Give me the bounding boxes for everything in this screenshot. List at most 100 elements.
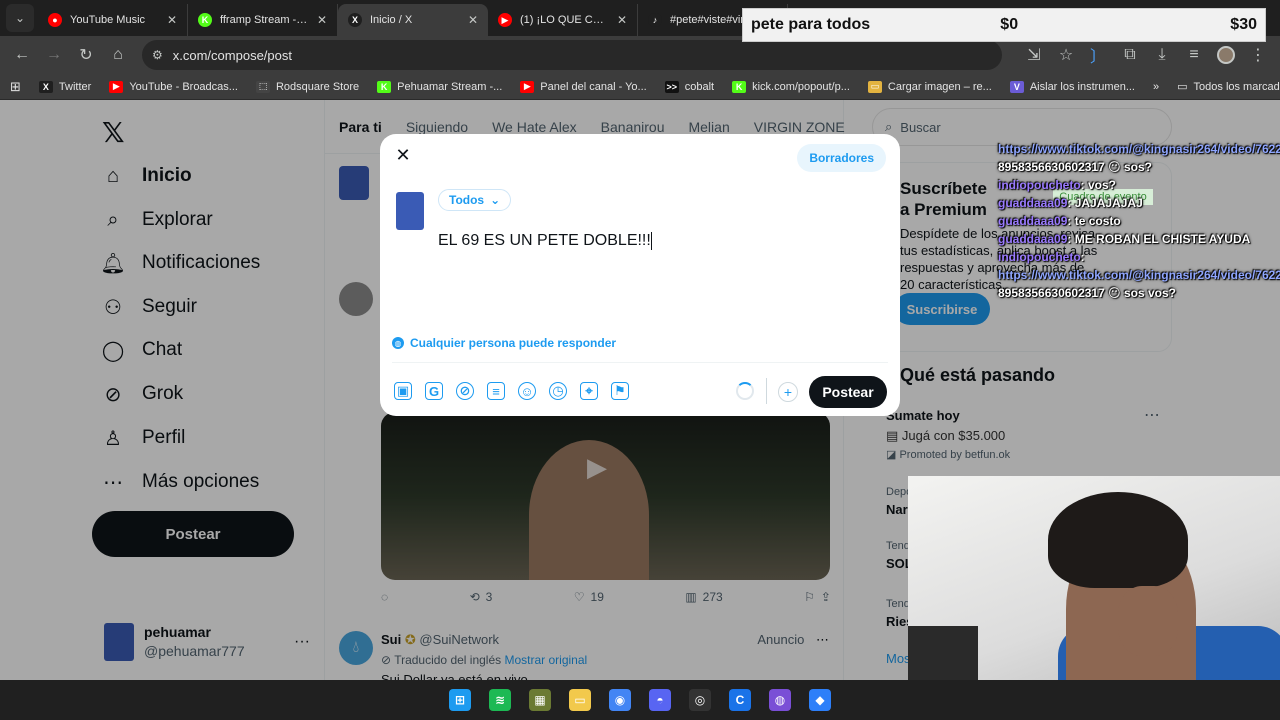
chat-username: guaddaaa09 (998, 214, 1068, 228)
bookmark-favicon-icon: ▭ (867, 80, 882, 93)
close-icon[interactable]: ✕ (317, 13, 327, 27)
chat-text: 8958356630602317 😶 sos vos? (998, 286, 1176, 300)
flag-icon[interactable]: ⚑ (611, 382, 629, 400)
close-icon[interactable]: ✕ (167, 13, 177, 27)
toolbar-right: ⇲ ☆ 〕 ⧉ ⤓ ≡ ⋮ (1020, 41, 1272, 69)
discord-icon[interactable]: ◓ (649, 689, 671, 711)
address-bar[interactable]: ⚙ x.com/compose/post (142, 40, 1002, 70)
chat-message: guaddaaa09: ME ROBAN EL CHISTE AYUDA (998, 230, 1280, 248)
youtube-icon: ▶ (498, 13, 512, 27)
chat-username: guaddaaa09 (998, 232, 1068, 246)
site-info-icon[interactable]: ⚙ (152, 48, 163, 62)
url-text[interactable]: x.com/compose/post (173, 48, 292, 63)
chat-message: indiopoucheto: (998, 248, 1280, 266)
chat-text: https://www.tiktok.com/@kingnasir264/vid… (998, 268, 1280, 282)
profile-avatar[interactable] (1212, 41, 1240, 69)
bookmark-favicon-icon: K (377, 80, 392, 93)
audience-selector[interactable]: Todos ⌄ (438, 189, 512, 211)
extension-audio-icon[interactable]: 〕 (1084, 41, 1112, 69)
close-icon[interactable]: ✕ (617, 13, 627, 27)
folder-icon: ▭ (1177, 81, 1188, 93)
chrome-icon[interactable]: ◉ (609, 689, 631, 711)
extensions-icon[interactable]: ⧉ (1116, 41, 1144, 69)
drafts-button[interactable]: Borradores (797, 144, 886, 172)
browser-tab[interactable]: ▶ (1) ¡LO QUE CREÍAS ✕ (488, 4, 638, 36)
reload-icon[interactable]: ↻ (72, 41, 100, 69)
browser-tab[interactable]: Kfframp Stream - W ✕ (188, 4, 338, 36)
chat-text: : te costo (1067, 214, 1121, 228)
webcam-overlay (908, 476, 1280, 680)
bookmark-favicon-icon: ⬚ (255, 80, 270, 93)
chat-text: https://www.tiktok.com/@kingnasir264/vid… (998, 142, 1280, 156)
goal-target: $30 (1230, 16, 1257, 33)
tiktok-icon: ♪ (648, 13, 662, 27)
browser-tab[interactable]: X Inicio / X ✕ (338, 4, 488, 36)
chrome-menu-icon[interactable]: ⋮ (1244, 41, 1272, 69)
stream-chat-overlay: https://www.tiktok.com/@kingnasir264/vid… (998, 140, 1280, 302)
poll-icon[interactable]: ≡ (487, 382, 505, 400)
bookmark-item[interactable]: Kkick.com/popout/p... (732, 80, 850, 93)
chat-message: 8958356630602317 😶 sos? (998, 158, 1280, 176)
chat-username: guaddaaa09 (998, 196, 1068, 210)
bookmark-label: cobalt (684, 80, 715, 93)
bookmark-label: Cargar imagen – re... (887, 80, 992, 93)
bookmark-item[interactable]: ▭ Cargar imagen – re... (867, 80, 992, 93)
apps-grid-icon[interactable]: ⊞ (10, 79, 21, 95)
bookmark-favicon-icon: X (38, 80, 53, 93)
obs-icon[interactable]: ◎ (689, 689, 711, 711)
close-icon[interactable]: ✕ (392, 144, 414, 166)
chat-text: : ME ROBAN EL CHISTE AYUDA (1067, 232, 1251, 246)
add-post-button[interactable]: + (778, 382, 798, 402)
bookmark-item[interactable]: V Aislar los instrumen... (1009, 80, 1135, 93)
compose-modal: ✕ Borradores Todos ⌄ EL 69 ES UN PETE DO… (380, 134, 900, 416)
game-icon[interactable]: ▦ (529, 689, 551, 711)
bookmark-star-icon[interactable]: ☆ (1052, 41, 1080, 69)
bookmark-label: kick.com/popout/p... (752, 80, 850, 93)
post-button[interactable]: Postear (809, 376, 887, 408)
bookmark-label: Panel del canal - Yo... (540, 80, 647, 93)
bookmark-favicon-icon: >> (664, 80, 679, 93)
cam-chair (908, 626, 978, 680)
schedule-icon[interactable]: ◷ (549, 382, 567, 400)
spotify-icon[interactable]: ≋ (489, 689, 511, 711)
downloads-icon[interactable]: ⤓ (1148, 41, 1176, 69)
compose-text: EL 69 ES UN PETE DOBLE!!! (438, 232, 651, 250)
bookmark-label: Pehuamar Stream -... (397, 80, 503, 93)
bookmark-favicon-icon: K (732, 80, 747, 93)
bookmark-item[interactable]: >> cobalt (664, 80, 715, 93)
all-bookmarks-folder[interactable]: ▭ Todos los marcadores (1177, 80, 1280, 94)
chat-message: 8958356630602317 😶 sos vos? (998, 284, 1280, 302)
close-icon[interactable]: ✕ (468, 13, 478, 27)
bookmarks-overflow-icon[interactable]: » (1153, 81, 1159, 93)
forward-icon[interactable]: → (40, 41, 68, 69)
file-explorer-icon[interactable]: ▭ (569, 689, 591, 711)
media-control-icon[interactable]: ≡ (1180, 41, 1208, 69)
image-icon[interactable]: ▣ (394, 382, 412, 400)
browser-tab[interactable]: ● YouTube Music ✕ (38, 4, 188, 36)
ccleaner-icon[interactable]: C (729, 689, 751, 711)
bookmark-item[interactable]: X Twitter (38, 80, 91, 93)
emoji-icon[interactable]: ☺ (518, 382, 536, 400)
avatar[interactable] (396, 192, 424, 230)
grok-icon[interactable]: ⊘ (456, 382, 474, 400)
cam-hair (1048, 492, 1188, 588)
tab-search-icon[interactable]: ⌄ (6, 4, 34, 32)
bookmark-item[interactable]: ▶ Panel del canal - Yo... (520, 80, 647, 93)
bookmark-item[interactable]: K Pehuamar Stream -... (377, 80, 503, 93)
bookmark-item[interactable]: ▶ YouTube - Broadcas... (109, 80, 238, 93)
install-app-icon[interactable]: ⇲ (1020, 41, 1048, 69)
chat-app-icon[interactable]: ◍ (769, 689, 791, 711)
gif-icon[interactable]: G (425, 382, 443, 400)
windows-start-icon[interactable]: ⊞ (449, 689, 471, 711)
kick-app-icon[interactable]: ◆ (809, 689, 831, 711)
location-icon[interactable]: ⌖ (580, 382, 598, 400)
bookmark-item[interactable]: ⬚ Rodsquare Store (255, 80, 359, 93)
back-icon[interactable]: ← (8, 41, 36, 69)
compose-textarea[interactable]: EL 69 ES UN PETE DOBLE!!! (438, 232, 652, 250)
reply-settings-button[interactable]: ◍ Cualquier persona puede responder (392, 336, 616, 350)
cam-hand (1118, 586, 1178, 656)
home-button-icon[interactable]: ⌂ (104, 41, 132, 69)
compose-toolbar: ▣ G ⊘ ≡ ☺ ◷ ⌖ ⚑ (394, 382, 629, 400)
goal-title: pete para todos (751, 16, 871, 33)
bookmark-label: YouTube - Broadcas... (129, 80, 238, 93)
